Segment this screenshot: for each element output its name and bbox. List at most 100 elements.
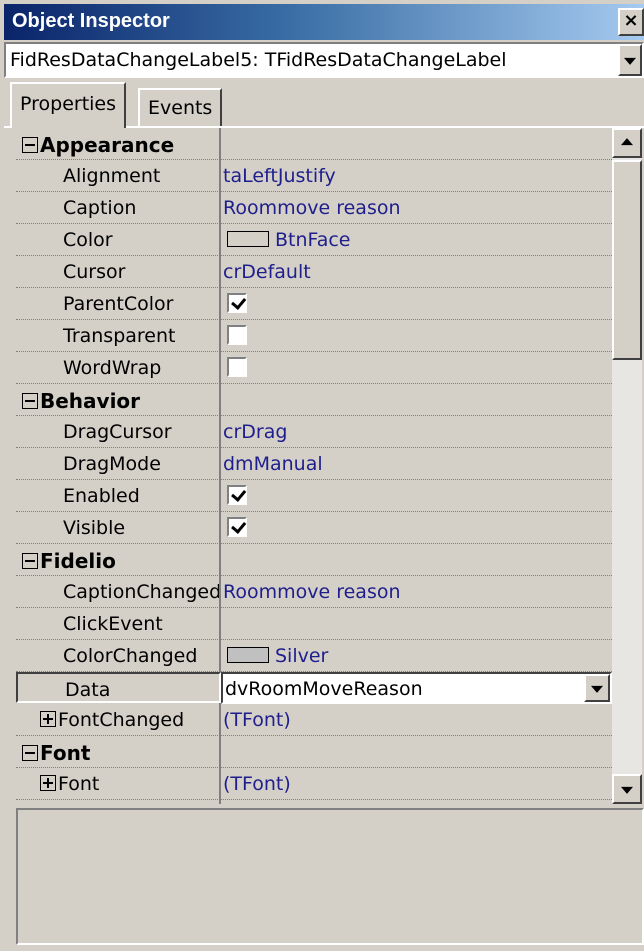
property-name-text: Font xyxy=(58,773,100,795)
chevron-down-icon xyxy=(624,57,636,65)
property-name: FontChanged xyxy=(16,704,219,735)
property-value[interactable] xyxy=(223,512,612,543)
property-value-text: (TFont) xyxy=(223,773,291,795)
property-name-text: Cursor xyxy=(63,261,126,283)
collapse-icon[interactable] xyxy=(22,137,38,153)
tab-events-label: Events xyxy=(148,97,213,119)
property-row-color[interactable]: Color BtnFace xyxy=(16,224,612,256)
property-value[interactable]: BtnFace xyxy=(223,224,612,255)
property-value-text: crDrag xyxy=(223,421,288,443)
property-row-enabled[interactable]: Enabled xyxy=(16,480,612,512)
property-value[interactable] xyxy=(223,320,612,351)
property-value[interactable]: Roommove reason xyxy=(223,192,612,223)
arrow-up-icon xyxy=(621,138,633,146)
scroll-thumb[interactable] xyxy=(612,160,642,360)
collapse-icon[interactable] xyxy=(22,553,38,569)
property-name-text: Data xyxy=(65,679,111,701)
property-name: ParentColor xyxy=(16,288,219,319)
property-value-text: taLeftJustify xyxy=(223,165,336,187)
close-button[interactable]: × xyxy=(618,8,644,36)
category-row-fidelio[interactable]: Fidelio xyxy=(16,544,612,576)
property-row-font[interactable]: Font (TFont) xyxy=(16,768,612,800)
property-name: Visible xyxy=(16,512,219,543)
property-name-text: FontChanged xyxy=(58,709,185,731)
property-name-text: DragCursor xyxy=(63,421,172,443)
tab-events[interactable]: Events xyxy=(138,88,223,126)
property-row-colorchanged[interactable]: ColorChanged Silver xyxy=(16,640,612,672)
property-name-text: Color xyxy=(63,229,113,251)
arrow-down-icon xyxy=(621,786,633,794)
checkbox[interactable] xyxy=(227,293,247,313)
object-selector[interactable]: FidResDataChangeLabel5: TFidResDataChang… xyxy=(4,42,644,78)
tab-strip: Properties Events xyxy=(4,82,644,128)
property-name-text: ClickEvent xyxy=(63,613,163,635)
property-value[interactable] xyxy=(223,288,612,319)
checkbox[interactable] xyxy=(227,517,247,537)
property-row-captionchanged[interactable]: CaptionChanged Roommove reason xyxy=(16,576,612,608)
property-value[interactable]: crDefault xyxy=(223,256,612,287)
checkmark-icon xyxy=(231,518,247,534)
category-row-font[interactable]: Font xyxy=(16,736,612,768)
category-label: Appearance xyxy=(16,128,219,159)
property-value[interactable]: (TFont) xyxy=(223,768,612,799)
expand-icon[interactable] xyxy=(40,775,56,791)
property-row-alignment[interactable]: Alignment taLeftJustify xyxy=(16,160,612,192)
property-row-parentcolor[interactable]: ParentColor xyxy=(16,288,612,320)
property-value[interactable]: dmManual xyxy=(223,448,612,479)
scroll-down-button[interactable] xyxy=(612,774,642,804)
checkbox[interactable] xyxy=(227,357,247,377)
value-dropdown-button[interactable] xyxy=(584,674,610,702)
object-selector-dropdown-button[interactable] xyxy=(618,44,642,76)
property-value-text: BtnFace xyxy=(275,229,351,251)
collapse-icon[interactable] xyxy=(22,745,38,761)
property-name: Font xyxy=(16,768,219,799)
color-swatch xyxy=(227,231,269,247)
property-row-data[interactable]: Data dvRoomMoveReason xyxy=(16,672,612,704)
property-value[interactable]: taLeftJustify xyxy=(223,160,612,191)
property-name-text: WordWrap xyxy=(63,357,162,379)
property-name-text: Behavior xyxy=(40,389,141,413)
property-value-editor[interactable]: dvRoomMoveReason xyxy=(221,672,612,704)
property-value[interactable]: Roommove reason xyxy=(223,576,612,607)
property-row-cursor[interactable]: Cursor crDefault xyxy=(16,256,612,288)
scroll-up-button[interactable] xyxy=(612,128,642,158)
object-selector-value: FidResDataChangeLabel5: TFidResDataChang… xyxy=(10,49,507,71)
property-name: Data xyxy=(16,672,221,703)
property-value[interactable]: Silver xyxy=(223,640,612,671)
expand-icon[interactable] xyxy=(40,711,56,727)
checkbox[interactable] xyxy=(227,485,247,505)
property-name: Enabled xyxy=(16,480,219,511)
property-row-transparent[interactable]: Transparent xyxy=(16,320,612,352)
collapse-icon[interactable] xyxy=(22,393,38,409)
property-grid[interactable]: Appearance Alignment taLeftJustify Caption R… xyxy=(16,128,644,804)
property-value[interactable]: (TFont) xyxy=(223,704,612,735)
property-name: DragMode xyxy=(16,448,219,479)
tab-properties[interactable]: Properties xyxy=(10,82,127,128)
property-value[interactable] xyxy=(223,480,612,511)
description-panel xyxy=(16,808,644,945)
title-bar[interactable]: Object Inspector × xyxy=(4,4,644,40)
property-row-dragcursor[interactable]: DragCursor crDrag xyxy=(16,416,612,448)
close-icon: × xyxy=(623,10,639,31)
property-value[interactable]: crDrag xyxy=(223,416,612,447)
property-value[interactable] xyxy=(223,608,612,639)
property-name: ClickEvent xyxy=(16,608,219,639)
property-row-dragmode[interactable]: DragMode dmManual xyxy=(16,448,612,480)
vertical-scrollbar[interactable] xyxy=(612,128,642,804)
property-name: CaptionChanged xyxy=(16,576,219,607)
category-label: Fidelio xyxy=(16,544,219,575)
property-row-wordwrap[interactable]: WordWrap xyxy=(16,352,612,384)
property-row-visible[interactable]: Visible xyxy=(16,512,612,544)
property-row-clickevent[interactable]: ClickEvent xyxy=(16,608,612,640)
property-name: Alignment xyxy=(16,160,219,191)
property-row-fontchanged[interactable]: FontChanged (TFont) xyxy=(16,704,612,736)
category-row-appearance[interactable]: Appearance xyxy=(16,128,612,160)
property-name-text: Visible xyxy=(63,517,126,539)
property-value[interactable] xyxy=(223,352,612,383)
property-row-caption[interactable]: Caption Roommove reason xyxy=(16,192,612,224)
property-value-text: Roommove reason xyxy=(223,197,401,219)
checkbox[interactable] xyxy=(227,325,247,345)
property-name: Caption xyxy=(16,192,219,223)
property-name: DragCursor xyxy=(16,416,219,447)
category-row-behavior[interactable]: Behavior xyxy=(16,384,612,416)
